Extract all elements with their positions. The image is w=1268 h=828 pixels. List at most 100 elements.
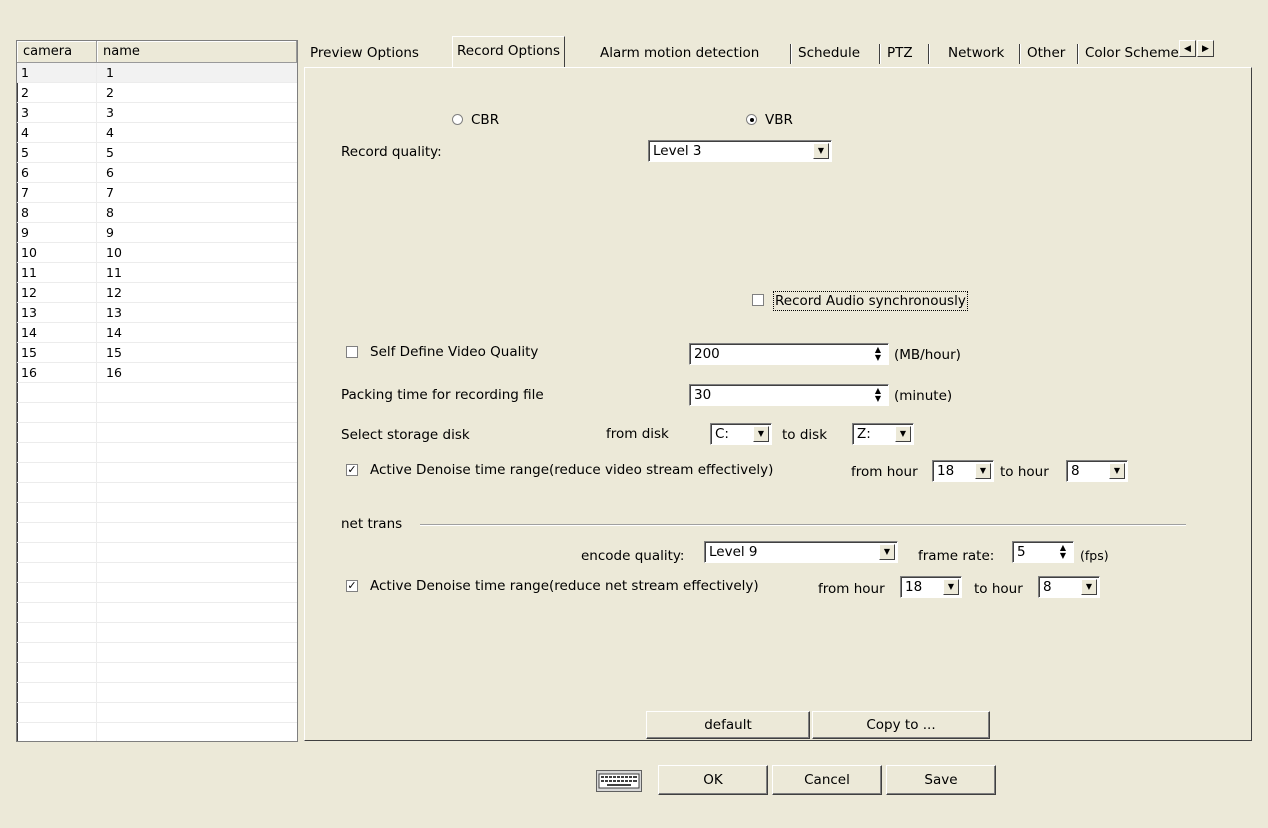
tab-record-options[interactable]: Record Options (452, 36, 566, 67)
table-row[interactable]: 10 10 (17, 243, 297, 263)
frame-rate-label: frame rate: (918, 548, 995, 564)
record-quality-select[interactable]: Level 3 ▼ (648, 140, 832, 162)
ok-button[interactable]: OK (658, 765, 768, 795)
frame-rate-input[interactable]: 5 ▲ ▼ (1012, 541, 1074, 563)
table-row[interactable]: 88 (17, 203, 297, 223)
packing-time-value: 30 (694, 387, 712, 403)
save-button[interactable]: Save (886, 765, 996, 795)
camera-cell (17, 663, 97, 683)
cancel-button[interactable]: Cancel (772, 765, 882, 795)
name-cell (97, 543, 297, 563)
denoise-net-checkbox[interactable]: ✓ (346, 580, 358, 592)
self-define-quality-input[interactable]: 200 ▲ ▼ (689, 343, 889, 365)
spinner-icon[interactable]: ▲ ▼ (1055, 544, 1071, 560)
table-row[interactable] (17, 423, 297, 443)
column-header-name[interactable]: name (97, 41, 297, 63)
tab-schedule[interactable]: Schedule (798, 40, 860, 66)
camera-cell: 14 (17, 323, 97, 343)
to-disk-select[interactable]: Z: ▼ (852, 423, 914, 445)
denoise-net-from-select[interactable]: 18 ▼ (900, 576, 962, 598)
camera-cell (17, 443, 97, 463)
denoise-net-to-value: 8 (1043, 579, 1052, 595)
column-header-camera[interactable]: camera (17, 41, 97, 63)
table-row[interactable] (17, 543, 297, 563)
table-row[interactable]: 66 (17, 163, 297, 183)
spinner-icon[interactable]: ▲ ▼ (870, 387, 886, 403)
table-row[interactable] (17, 583, 297, 603)
chevron-down-icon: ▼ (895, 426, 911, 442)
cbr-radio[interactable] (452, 114, 463, 125)
denoise-net-to-select[interactable]: 8 ▼ (1038, 576, 1100, 598)
denoise-video-to-select[interactable]: 8 ▼ (1066, 460, 1128, 482)
camera-table: camera name 1 1 2 2 3 3 4 4 5 5 6 6 7 7 8 8 9 9 10 10 11 11 12… (16, 40, 298, 742)
chevron-down-icon: ▼ (753, 426, 769, 442)
table-row[interactable]: 12 12 (17, 283, 297, 303)
copy-to-button[interactable]: Copy to ... (812, 711, 990, 739)
table-row[interactable] (17, 703, 297, 723)
table-row[interactable]: 16 16 (17, 363, 297, 383)
name-cell: 16 (106, 365, 122, 380)
table-row[interactable] (17, 723, 297, 741)
camera-cell (17, 643, 97, 663)
tab-network[interactable]: Network (948, 40, 1004, 66)
table-row[interactable]: 44 (17, 123, 297, 143)
table-row[interactable] (17, 383, 297, 403)
table-row[interactable] (17, 663, 297, 683)
keyboard-icon[interactable] (596, 770, 642, 792)
name-cell: 5 (106, 145, 114, 160)
tab-scroll-left-button[interactable]: ◀ (1179, 40, 1196, 57)
table-row[interactable]: 33 (17, 103, 297, 123)
self-define-quality-unit: (MB/hour) (894, 347, 961, 363)
tab-alarm-motion-detection[interactable]: Alarm motion detection (600, 40, 759, 66)
tab-scroll-right-button[interactable]: ▶ (1197, 40, 1214, 57)
self-define-quality-checkbox[interactable] (346, 346, 358, 358)
camera-cell (17, 423, 97, 443)
from-disk-value: C: (715, 426, 729, 442)
table-row[interactable] (17, 403, 297, 423)
table-row[interactable]: 15 15 (17, 343, 297, 363)
table-row[interactable]: 55 (17, 143, 297, 163)
table-row[interactable] (17, 563, 297, 583)
table-row[interactable]: 11 11 (17, 263, 297, 283)
camera-cell (17, 683, 97, 703)
table-row[interactable] (17, 523, 297, 543)
packing-time-input[interactable]: 30 ▲ ▼ (689, 384, 889, 406)
table-row[interactable]: 11 (17, 63, 297, 83)
tab-color-scheme[interactable]: Color Scheme (1085, 40, 1179, 66)
table-row[interactable] (17, 463, 297, 483)
denoise-video-from-label: from hour (851, 464, 918, 480)
from-disk-label: from disk (606, 426, 669, 442)
table-row[interactable]: 22 (17, 83, 297, 103)
tab-ptz[interactable]: PTZ (887, 40, 913, 66)
name-cell (97, 463, 297, 483)
table-row[interactable] (17, 623, 297, 643)
tab-other[interactable]: Other (1027, 40, 1065, 66)
table-row[interactable] (17, 483, 297, 503)
camera-cell (17, 403, 97, 423)
tab-preview-options[interactable]: Preview Options (310, 40, 419, 66)
spinner-icon[interactable]: ▲ ▼ (870, 346, 886, 362)
table-row[interactable] (17, 643, 297, 663)
denoise-video-from-select[interactable]: 18 ▼ (932, 460, 994, 482)
table-row[interactable] (17, 603, 297, 623)
encode-quality-select[interactable]: Level 9 ▼ (704, 541, 898, 563)
table-row[interactable]: 99 (17, 223, 297, 243)
name-cell: 6 (106, 165, 114, 180)
denoise-net-label: Active Denoise time range(reduce net str… (370, 578, 759, 594)
vbr-radio[interactable] (746, 114, 757, 125)
table-row[interactable]: 14 14 (17, 323, 297, 343)
tab-separator (1019, 44, 1020, 64)
camera-cell (17, 503, 97, 523)
table-row[interactable]: 13 13 (17, 303, 297, 323)
default-button[interactable]: default (646, 711, 810, 739)
name-cell (97, 523, 297, 543)
table-row[interactable] (17, 683, 297, 703)
table-row[interactable]: 77 (17, 183, 297, 203)
record-audio-checkbox[interactable] (752, 294, 764, 306)
name-cell: 10 (106, 245, 122, 260)
name-cell (97, 623, 297, 643)
table-row[interactable] (17, 443, 297, 463)
from-disk-select[interactable]: C: ▼ (710, 423, 772, 445)
table-row[interactable] (17, 503, 297, 523)
denoise-video-checkbox[interactable]: ✓ (346, 464, 358, 476)
